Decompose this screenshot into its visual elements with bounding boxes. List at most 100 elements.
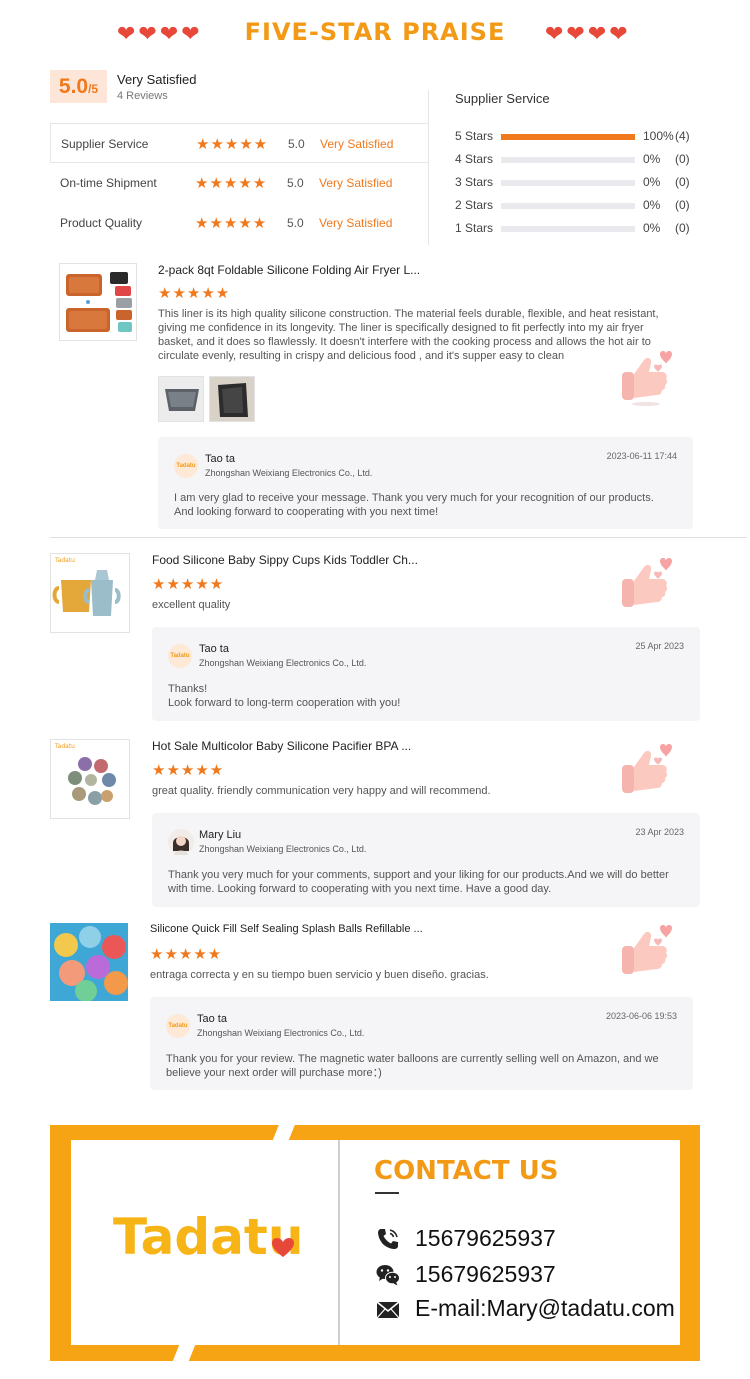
sippy-cups-image: Tadatu [52,557,121,616]
metric-table: Supplier Service ★★★★★ 5.0 Very Satisfie… [50,123,428,243]
star-rating: ★★★★★ [195,214,268,232]
distribution-label: 5 Stars [455,129,494,143]
distribution-bar-fill [501,134,635,140]
product-thumbnail[interactable] [50,923,128,1001]
pacifier-set-image: Tadatu [54,743,116,805]
distribution-count: (0) [675,152,690,166]
distribution-label: 2 Stars [455,198,494,212]
review-photo[interactable] [158,376,204,422]
metric-name: Product Quality [60,216,143,230]
thumbs-up-icon [622,744,672,793]
distribution-percent: 0% [643,175,661,189]
distribution-label: 4 Stars [455,152,494,166]
reply-author-name: Tao ta [205,453,235,465]
hearts-right-decoration: ❤❤❤❤ [545,22,631,47]
email-icon [376,1301,400,1319]
contact-title: CONTACT US [374,1156,559,1186]
product-title-link[interactable]: Hot Sale Multicolor Baby Silicone Pacifi… [152,739,411,753]
distribution-row-5: 5 Stars 100% (4) [455,129,715,149]
distribution-bar [501,226,635,232]
distribution-bar [501,157,635,163]
contact-phone[interactable]: 15679625937 [415,1225,556,1252]
reply-company: Zhongshan Weixiang Electronics Co., Ltd. [197,1028,365,1038]
star-rating: ★★★★★ [152,761,225,779]
overall-score: 5.0 [58,75,89,98]
product-title-link[interactable]: Silicone Quick Fill Self Sealing Splash … [150,923,423,935]
reply-author-name: Tao ta [199,643,229,655]
review-text: entraga correcta y en su tiempo buen ser… [150,969,489,981]
contact-wechat[interactable]: 15679625937 [415,1261,556,1288]
contact-email[interactable]: E-mail:Mary@tadatu.com [415,1295,675,1322]
metric-score: 5.0 [288,137,305,151]
summary-divider [428,90,429,245]
distribution-label: 1 Stars [455,221,494,235]
distribution-row-3: 3 Stars 0% (0) [455,175,715,195]
reply-message: Thank you for your review. The magnetic … [166,1053,659,1079]
splash-balls-image [50,923,128,1001]
review-photo-image [159,377,203,421]
distribution-percent: 0% [643,221,661,235]
overall-score-badge: 5.0/5 [50,70,107,103]
distribution-percent: 0% [643,152,661,166]
wechat-icon [376,1265,400,1286]
reply-company: Zhongshan Weixiang Electronics Co., Ltd. [205,468,373,478]
distribution-count: (4) [675,129,690,143]
reply-message: Thank you very much for your comments, s… [168,869,669,895]
review-photo[interactable] [209,376,255,422]
distribution-count: (0) [675,221,690,235]
metric-row-on-time-shipment: On-time Shipment ★★★★★ 5.0 Very Satisfie… [50,163,428,203]
logo-heart-icon [272,1238,294,1257]
thumbs-up-icon [622,558,672,607]
product-thumbnail[interactable]: Tadatu [50,553,130,633]
metric-label: Very Satisfied [319,216,393,230]
thumb-brand-badge: Tadatu [54,557,75,564]
distribution-count: (0) [675,198,690,212]
reply-date: 2023-06-11 17:44 [606,451,677,461]
distribution-bar [501,134,635,140]
product-thumbnail[interactable]: Tadatu [50,739,130,819]
seller-reply: Mary Liu Zhongshan Weixiang Electronics … [152,813,700,907]
reply-author-name: Tao ta [197,1013,227,1025]
phone-icon [378,1229,398,1249]
seller-avatar: Tadatu [168,644,192,668]
distribution-bar [501,180,635,186]
overall-score-max: /5 [88,82,99,96]
product-title-link[interactable]: Food Silicone Baby Sippy Cups Kids Toddl… [152,553,418,567]
frame-notch-bottom [172,1343,196,1363]
contact-title-underline [375,1192,399,1194]
distribution-title: Supplier Service [455,91,550,106]
star-rating: ★★★★★ [158,284,231,302]
reply-author-name: Mary Liu [199,829,242,841]
reply-date: 2023-06-06 19:53 [605,1011,677,1021]
overall-satisfaction: Very Satisfied [117,72,197,87]
seller-reply: Tadatu Tao ta Zhongshan Weixiang Electro… [152,627,700,721]
review-text: great quality. friendly communication ve… [152,785,491,797]
reply-message: Thanks! Look forward to long-term cooper… [168,683,401,709]
star-rating: ★★★★★ [152,575,225,593]
distribution-row-2: 2 Stars 0% (0) [455,198,715,218]
distribution-count: (0) [675,175,690,189]
distribution-row-4: 4 Stars 0% (0) [455,152,715,172]
reply-company: Zhongshan Weixiang Electronics Co., Ltd. [199,658,367,668]
metric-name: Supplier Service [61,137,149,151]
product-thumbnail[interactable] [59,263,137,341]
frame-notch-top [272,1122,296,1142]
star-rating: ★★★★★ [150,945,223,963]
metric-score: 5.0 [287,216,304,230]
product-title-link[interactable]: 2-pack 8qt Foldable Silicone Folding Air… [158,263,420,277]
reply-date: 25 Apr 2023 [635,641,684,651]
thumbs-up-icon [622,351,672,406]
metric-score: 5.0 [287,176,304,190]
reply-message: I am very glad to receive your message. … [174,492,654,518]
thumb-brand-badge: Tadatu [54,743,75,750]
thumbs-up-icon [622,925,672,974]
metric-row-product-quality: Product Quality ★★★★★ 5.0 Very Satisfied [50,203,428,243]
distribution-bar [501,203,635,209]
distribution-percent: 100% [643,129,674,143]
metric-label: Very Satisfied [319,176,393,190]
review-text: This liner is its high quality silicone … [158,308,659,362]
seller-avatar: Tadatu [166,1014,190,1038]
metric-name: On-time Shipment [60,176,157,190]
star-rating: ★★★★★ [196,135,269,153]
seller-reply: Tadatu Tao ta Zhongshan Weixiang Electro… [158,437,693,529]
